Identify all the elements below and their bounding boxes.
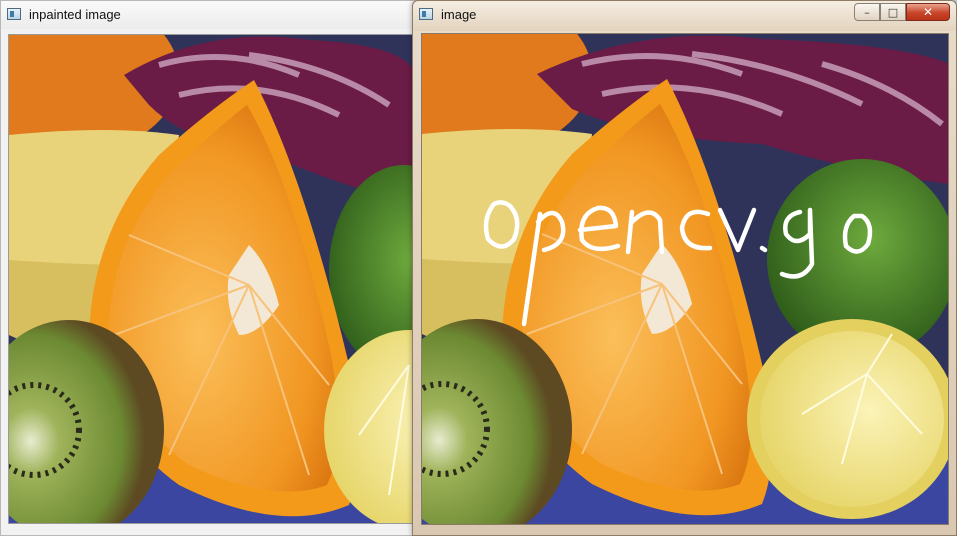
fruit-photo (422, 34, 948, 524)
titlebar[interactable]: inpainted image (1, 1, 419, 29)
window-title: image (441, 7, 477, 22)
fruit-photo (9, 35, 413, 523)
maximize-button[interactable]: □ (880, 3, 906, 21)
image-canvas (421, 33, 949, 525)
window-title: inpainted image (29, 7, 121, 22)
titlebar[interactable]: image – □ ✕ (413, 1, 956, 31)
image-window[interactable]: image – □ ✕ (412, 0, 957, 536)
app-icon (7, 8, 21, 20)
image-canvas (8, 34, 414, 524)
window-controls: – □ ✕ (854, 3, 950, 23)
app-icon (419, 8, 433, 20)
inpainted-image-window[interactable]: inpainted image (0, 0, 420, 536)
minimize-button[interactable]: – (854, 3, 880, 21)
maximize-icon: □ (887, 5, 899, 19)
close-icon: ✕ (922, 5, 934, 19)
close-button[interactable]: ✕ (906, 3, 950, 21)
minimize-icon: – (864, 5, 870, 19)
